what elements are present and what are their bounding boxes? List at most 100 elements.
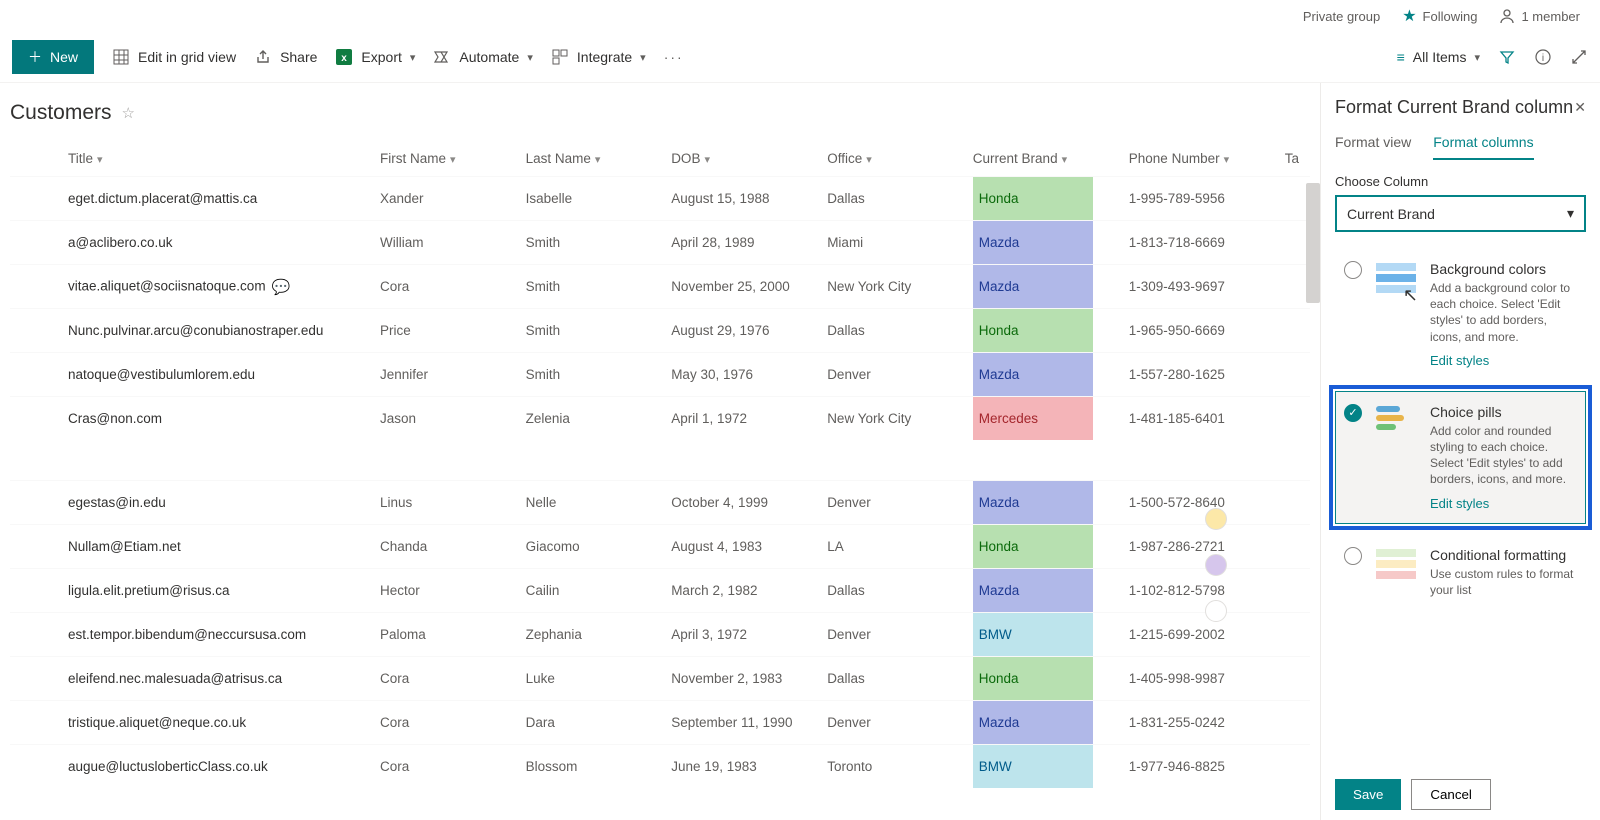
cell-title[interactable]: eget.dictum.placerat@mattis.ca	[62, 177, 374, 221]
cell-title[interactable]: augue@luctusloberticClass.co.uk	[62, 744, 374, 788]
chevron-down-icon: ▾	[640, 51, 646, 64]
option-background-colors[interactable]: Background colors Add a background color…	[1335, 248, 1586, 381]
chevron-down-icon: ▾	[527, 51, 533, 64]
cell-title[interactable]: natoque@vestibulumlorem.edu	[62, 353, 374, 397]
col-office[interactable]: Office▾	[821, 141, 967, 177]
cell-dob: May 30, 1976	[665, 353, 821, 397]
table-row[interactable]: est.tempor.bibendum@neccursusa.comPaloma…	[10, 612, 1310, 656]
radio-on[interactable]	[1344, 404, 1362, 422]
suite-header: Private group ★Following 1 member	[0, 0, 1600, 32]
cell-phone: 1-965-950-6669	[1123, 309, 1279, 353]
radio-off[interactable]	[1344, 547, 1362, 565]
cell-last: Smith	[520, 265, 666, 309]
col-title[interactable]: Title▾	[62, 141, 374, 177]
cell-title[interactable]: eleifend.nec.malesuada@atrisus.ca	[62, 656, 374, 700]
share-button[interactable]: Share	[254, 48, 317, 66]
tag-color-peek	[1205, 508, 1227, 622]
table-row[interactable]: a@aclibero.co.ukWilliamSmithApril 28, 19…	[10, 221, 1310, 265]
cell-office: Dallas	[821, 177, 967, 221]
table-row[interactable]: Cras@non.comJasonZeleniaApril 1, 1972New…	[10, 397, 1310, 441]
edit-styles-link[interactable]: Edit styles	[1430, 353, 1489, 368]
cell-title[interactable]: ligula.elit.pretium@risus.ca	[62, 568, 374, 612]
cell-first: William	[374, 221, 520, 265]
following-status[interactable]: ★Following	[1402, 6, 1477, 26]
col-brand[interactable]: Current Brand▾	[967, 141, 1123, 177]
integrate-button[interactable]: Integrate▾	[551, 48, 646, 66]
cell-phone: 1-102-812-5798	[1123, 568, 1279, 612]
automate-button[interactable]: Automate▾	[433, 48, 532, 66]
members-count[interactable]: 1 member	[1499, 8, 1580, 24]
scrollbar-vertical[interactable]	[1306, 183, 1320, 303]
filter-icon[interactable]	[1498, 48, 1516, 66]
table-row[interactable]: ligula.elit.pretium@risus.caHectorCailin…	[10, 568, 1310, 612]
group-privacy: Private group	[1303, 9, 1380, 24]
person-icon	[1499, 8, 1515, 24]
col-phone[interactable]: Phone Number▾	[1123, 141, 1279, 177]
table-row[interactable]: tristique.aliquet@neque.co.ukCoraDaraSep…	[10, 700, 1310, 744]
tab-format-columns[interactable]: Format columns	[1433, 134, 1533, 160]
table-row[interactable]: Nunc.pulvinar.arcu@conubianostraper.eduP…	[10, 309, 1310, 353]
chevron-down-icon: ▾	[410, 51, 416, 64]
col-first[interactable]: First Name▾	[374, 141, 520, 177]
new-button[interactable]: ＋New	[12, 40, 94, 74]
table-row[interactable]: egestas@in.eduLinusNelleOctober 4, 1999D…	[10, 480, 1310, 524]
more-button[interactable]: ···	[664, 49, 684, 65]
cell-dob: June 19, 1983	[665, 744, 821, 788]
comment-icon[interactable]: 💬	[272, 279, 291, 296]
table-row[interactable]: eget.dictum.placerat@mattis.caXanderIsab…	[10, 177, 1310, 221]
tab-format-view[interactable]: Format view	[1335, 134, 1411, 160]
view-selector[interactable]: ≡All Items▾	[1397, 49, 1480, 65]
cell-title[interactable]: egestas@in.edu	[62, 480, 374, 524]
cell-title[interactable]: Nunc.pulvinar.arcu@conubianostraper.edu	[62, 309, 374, 353]
option-choice-pills[interactable]: Choice pills Add color and rounded styli…	[1335, 391, 1586, 524]
column-select[interactable]: Current Brand▾	[1335, 195, 1586, 232]
table-row[interactable]: eleifend.nec.malesuada@atrisus.caCoraLuk…	[10, 656, 1310, 700]
table-row[interactable]: Nullam@Etiam.netChandaGiacomoAugust 4, 1…	[10, 524, 1310, 568]
cancel-button[interactable]: Cancel	[1411, 779, 1491, 810]
info-icon[interactable]: i	[1534, 48, 1552, 66]
cell-brand: Honda	[967, 309, 1123, 353]
col-tags[interactable]: Ta	[1279, 141, 1310, 177]
cell-last: Smith	[520, 309, 666, 353]
radio-off[interactable]	[1344, 261, 1362, 279]
panel-title: Format Current Brand column	[1335, 97, 1573, 118]
save-button[interactable]: Save	[1335, 779, 1401, 810]
cell-title[interactable]: tristique.aliquet@neque.co.uk	[62, 700, 374, 744]
choose-column-label: Choose Column	[1335, 174, 1586, 189]
col-last[interactable]: Last Name▾	[520, 141, 666, 177]
cell-dob: August 29, 1976	[665, 309, 821, 353]
table-row[interactable]: natoque@vestibulumlorem.eduJenniferSmith…	[10, 353, 1310, 397]
cell-title[interactable]: vitae.aliquet@sociisnatoque.com💬	[62, 265, 374, 309]
list-icon: ≡	[1397, 49, 1405, 65]
cell-title[interactable]: Cras@non.com	[62, 397, 374, 441]
table-row[interactable]	[10, 440, 1310, 480]
cell-last: Nelle	[520, 480, 666, 524]
cell-title[interactable]: est.tempor.bibendum@neccursusa.com	[62, 612, 374, 656]
cell-phone: 1-977-946-8825	[1123, 744, 1279, 788]
edit-grid-button[interactable]: Edit in grid view	[112, 48, 236, 66]
option-conditional-formatting[interactable]: Conditional formatting Use custom rules …	[1335, 534, 1586, 611]
cell-first: Cora	[374, 700, 520, 744]
cell-dob: March 2, 1982	[665, 568, 821, 612]
cell-title[interactable]: a@aclibero.co.uk	[62, 221, 374, 265]
col-dob[interactable]: DOB▾	[665, 141, 821, 177]
chevron-down-icon: ▾	[1567, 205, 1574, 222]
cell-brand: Mazda	[967, 480, 1123, 524]
cell-phone: 1-813-718-6669	[1123, 221, 1279, 265]
cell-phone: 1-995-789-5956	[1123, 177, 1279, 221]
table-row[interactable]: augue@luctusloberticClass.co.ukCoraBloss…	[10, 744, 1310, 788]
cell-last: Luke	[520, 656, 666, 700]
favorite-icon[interactable]: ☆	[122, 104, 135, 122]
cell-last: Zelenia	[520, 397, 666, 441]
cell-title[interactable]: Nullam@Etiam.net	[62, 524, 374, 568]
edit-styles-link[interactable]: Edit styles	[1430, 496, 1489, 511]
cell-phone: 1-500-572-8640	[1123, 480, 1279, 524]
cell-first: Chanda	[374, 524, 520, 568]
cell-dob: April 1, 1972	[665, 397, 821, 441]
cell-office: New York City	[821, 397, 967, 441]
cell-office: New York City	[821, 265, 967, 309]
table-row[interactable]: vitae.aliquet@sociisnatoque.com💬CoraSmit…	[10, 265, 1310, 309]
close-icon[interactable]: ✕	[1574, 99, 1586, 116]
expand-icon[interactable]	[1570, 48, 1588, 66]
export-button[interactable]: xExport▾	[335, 48, 415, 66]
